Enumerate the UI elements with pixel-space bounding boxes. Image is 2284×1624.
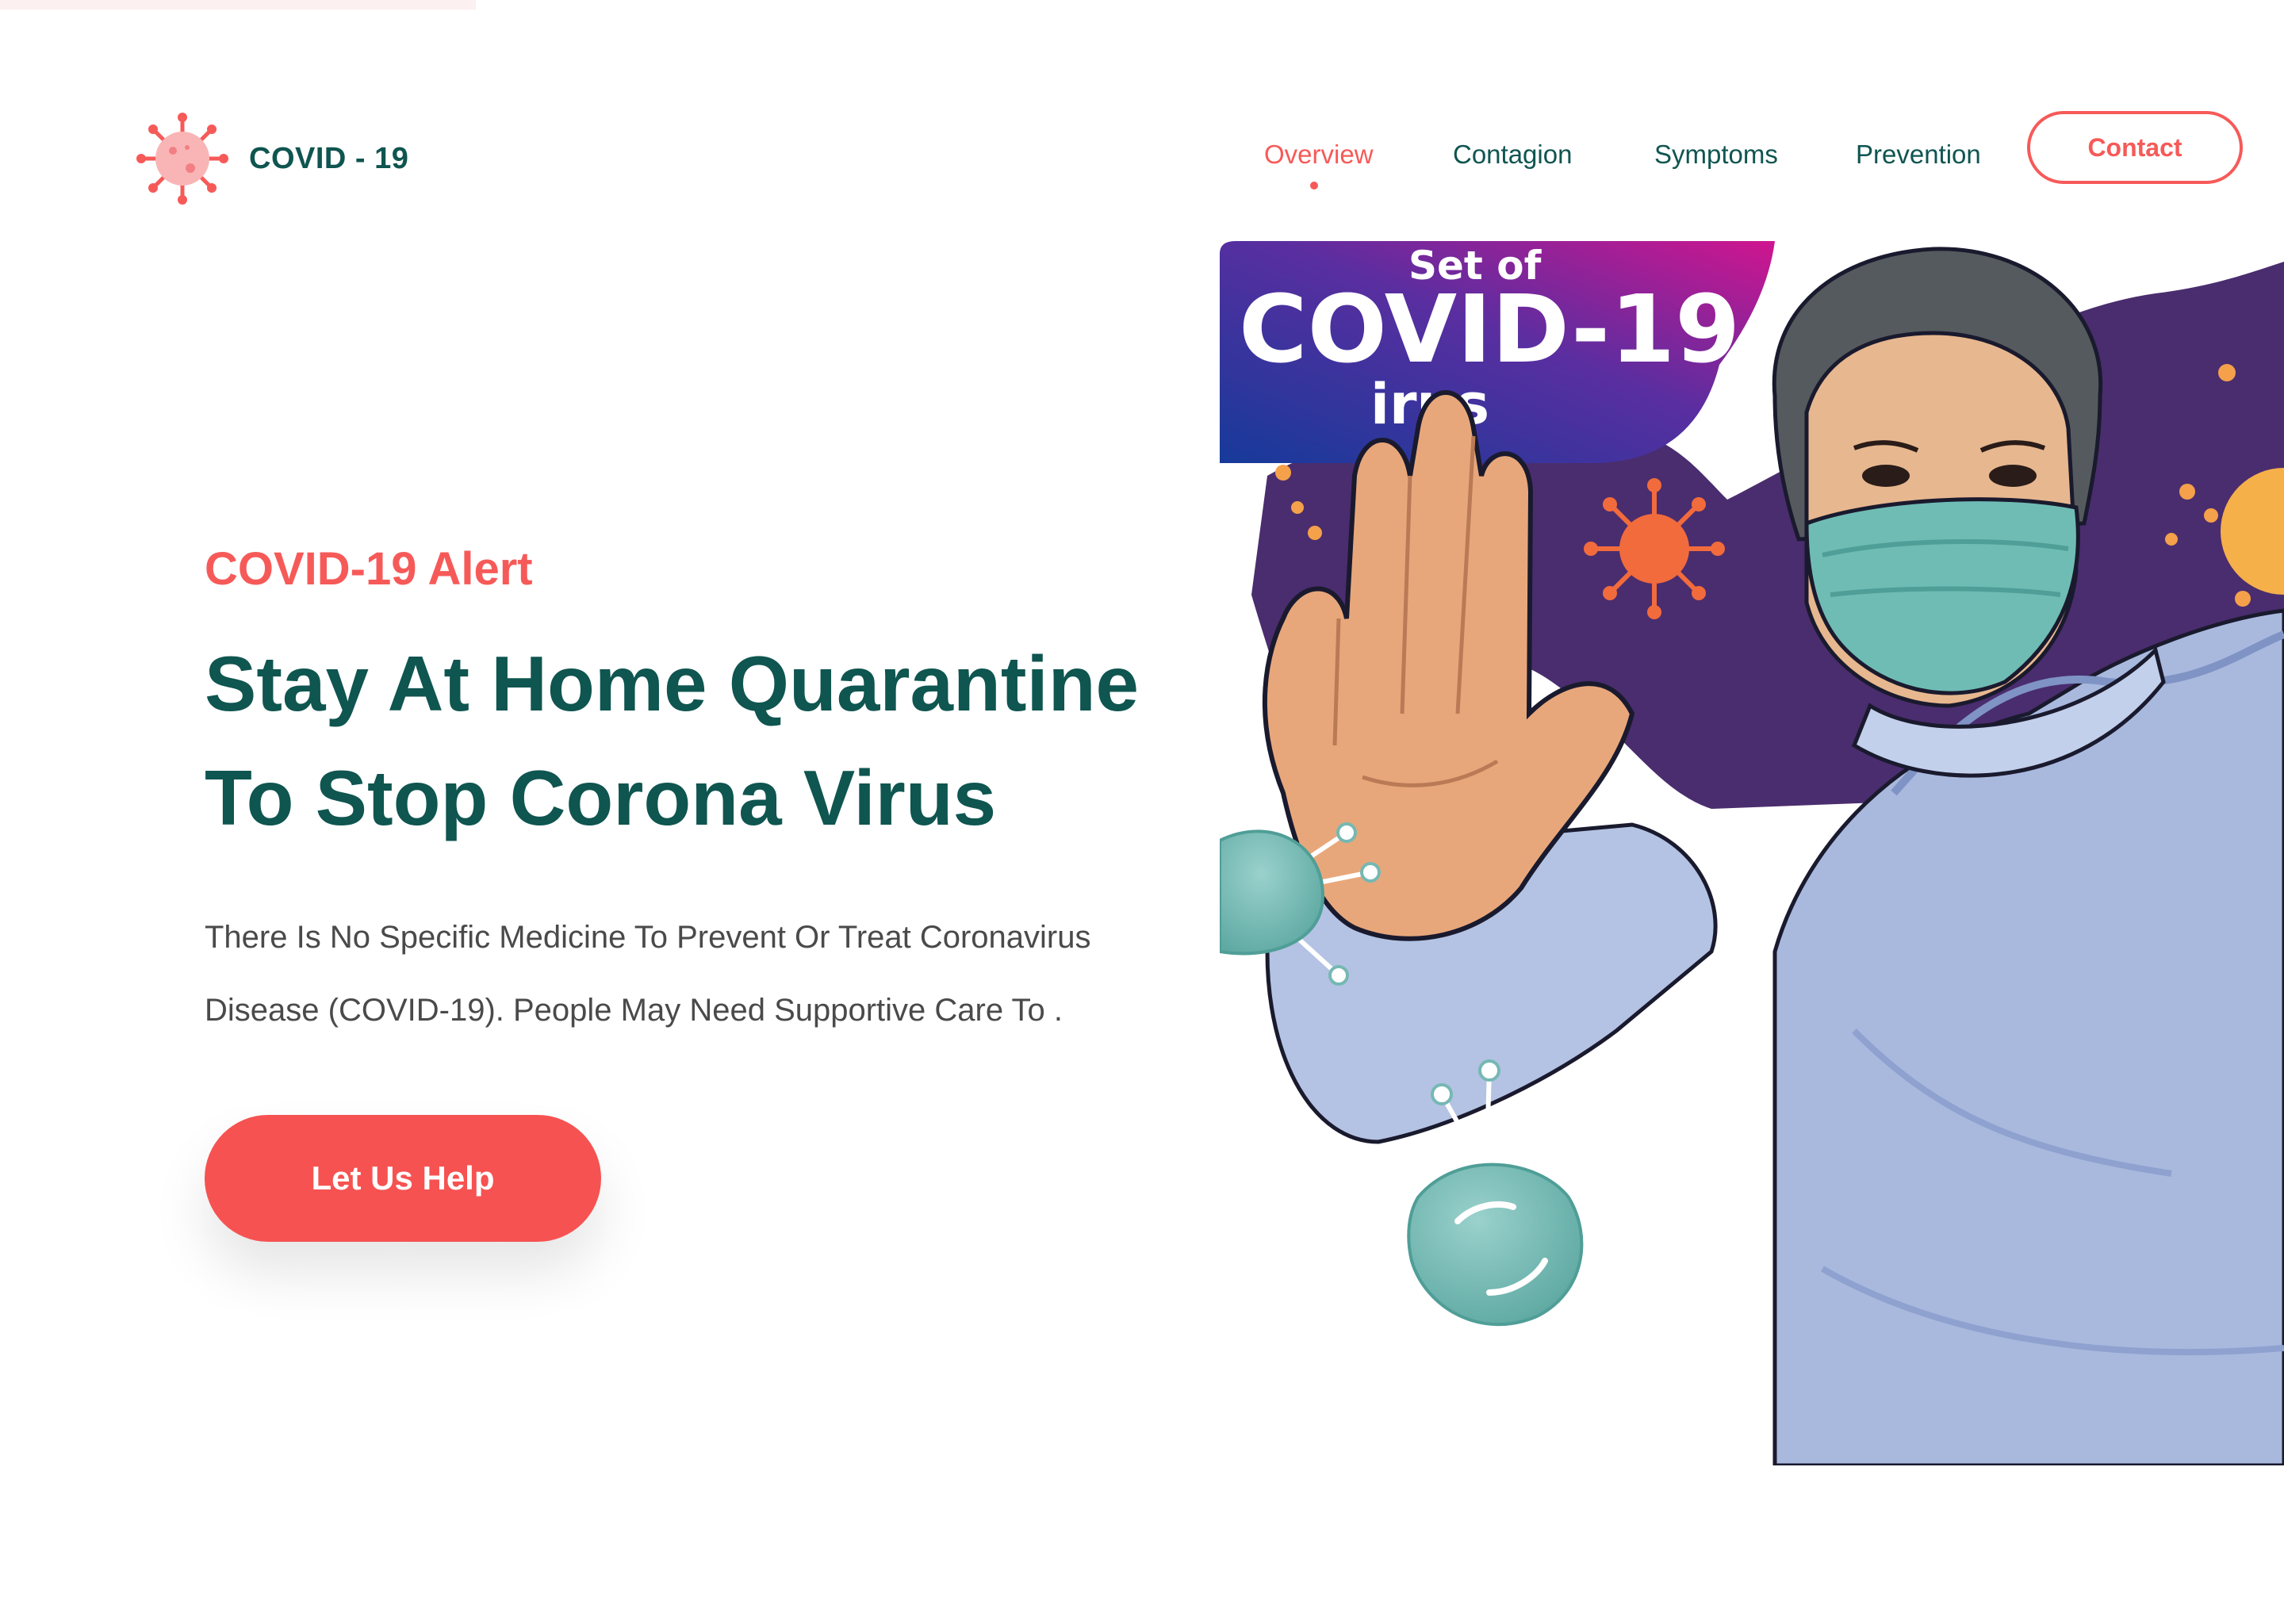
covid-banner: Set of COVID-19 irus <box>1220 241 1775 463</box>
nav-overview[interactable]: Overview <box>1264 140 1374 170</box>
nav-active-indicator <box>1310 182 1318 190</box>
nav-symptoms[interactable]: Symptoms <box>1654 140 1778 170</box>
contact-button[interactable]: Contact <box>2027 111 2243 184</box>
brand-name: COVID - 19 <box>249 141 409 175</box>
hero-headline: Stay At Home Quarantine To Stop Corona V… <box>205 626 1236 855</box>
banner-main-text: COVID-19 <box>1239 274 1740 384</box>
description-line-2: Disease (COVID-19). People May Need Supp… <box>205 993 1063 1028</box>
headline-line-1: Stay At Home Quarantine <box>205 640 1140 727</box>
headline-line-2: To Stop Corona Virus <box>205 754 997 841</box>
hero-description: There Is No Specific Medicine To Prevent… <box>205 901 1236 1047</box>
nav-prevention[interactable]: Prevention <box>1856 140 1981 170</box>
woman-head <box>1772 247 2103 708</box>
nav-contagion[interactable]: Contagion <box>1453 140 1572 170</box>
orange-virus <box>1584 478 1725 619</box>
top-strip <box>0 0 476 10</box>
virus-icon <box>136 113 228 205</box>
description-line-1: There Is No Specific Medicine To Prevent… <box>205 920 1091 955</box>
brand-logo[interactable]: COVID - 19 <box>135 111 408 206</box>
hero-illustration: Set of COVID-19 irus <box>1220 241 2284 1465</box>
let-us-help-button[interactable]: Let Us Help <box>205 1115 601 1242</box>
alert-eyebrow: COVID-19 Alert <box>205 543 533 595</box>
